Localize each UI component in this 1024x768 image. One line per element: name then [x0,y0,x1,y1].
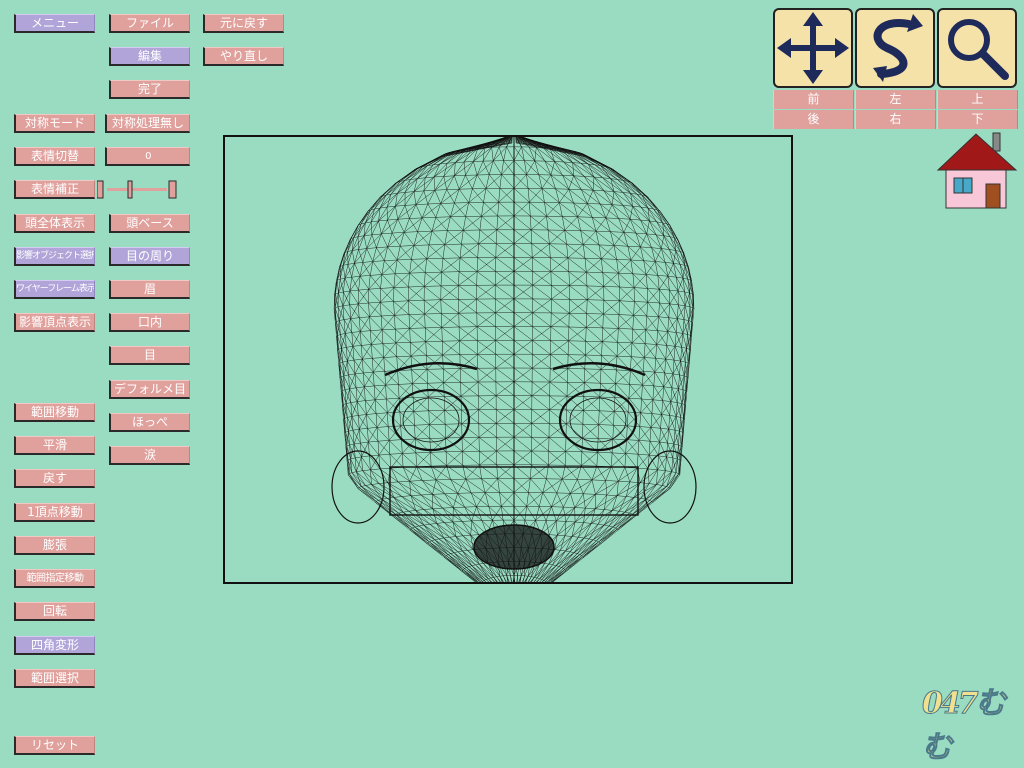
move-view-button[interactable] [773,8,853,88]
symmetry-value-button[interactable]: 対称処理無し [105,114,190,133]
cheeks-button[interactable]: ほっぺ [109,413,190,432]
rotate-icon [873,14,923,82]
head-base-button[interactable]: 頭ベース [109,214,190,233]
file-button[interactable]: ファイル [109,14,190,33]
quad-transform-button[interactable]: 四角変形 [14,636,95,655]
view-front-button[interactable]: 前 [773,90,854,109]
view-right-button[interactable]: 右 [855,110,936,129]
influence-object-select-button[interactable]: 影響オブジェクト選択 [14,247,95,266]
menu-button[interactable]: メニュー [14,14,95,33]
done-button[interactable]: 完了 [109,80,190,99]
model-viewport[interactable] [223,135,793,584]
view-top-button[interactable]: 上 [937,90,1018,109]
expression-switch-button[interactable]: 表情切替 [14,147,95,166]
undo-button[interactable]: 元に戻す [203,14,284,33]
around-eyes-button[interactable]: 目の周り [109,247,190,266]
move-icon [777,12,849,84]
view-back-button[interactable]: 後 [773,110,854,129]
tears-button[interactable]: 涙 [109,446,190,465]
eyes-button[interactable]: 目 [109,346,190,365]
restore-button[interactable]: 戻す [14,469,95,488]
logo-text: 047むむ [922,686,1007,766]
single-vertex-move-button[interactable]: 1頂点移動 [14,503,95,522]
expression-correct-button[interactable]: 表情補正 [14,180,95,199]
wireframe-head [331,137,697,582]
zoom-view-button[interactable] [937,8,1017,88]
symmetry-mode-button[interactable]: 対称モード [14,114,95,133]
wireframe-display-button[interactable]: ワイヤーフレーム表示 [14,280,95,299]
smooth-button[interactable]: 平滑 [14,436,95,455]
show-whole-head-button[interactable]: 頭全体表示 [14,214,95,233]
eyebrows-button[interactable]: 眉 [109,280,190,299]
influence-vertex-display-button[interactable]: 影響頂点表示 [14,313,95,332]
view-bottom-button[interactable]: 下 [937,110,1018,129]
expression-value-field[interactable]: 0 [105,147,190,166]
mouth-inside-button[interactable]: 口内 [109,313,190,332]
home-button[interactable] [936,130,1018,210]
range-specified-move-button[interactable]: 範囲指定移動 [14,569,95,588]
reset-button[interactable]: リセット [14,736,95,755]
edit-button[interactable]: 編集 [109,47,190,66]
rotate-button[interactable]: 回転 [14,602,95,621]
zoom-icon [948,19,1009,80]
range-select-button[interactable]: 範囲選択 [14,669,95,688]
slider-track [96,180,177,199]
deformed-eyes-button[interactable]: デフォルメ目 [109,380,190,399]
view-left-button[interactable]: 左 [855,90,936,109]
inflate-button[interactable]: 膨張 [14,536,95,555]
range-move-button[interactable]: 範囲移動 [14,403,95,422]
app-logo: 047むむ [922,686,1022,768]
redo-button[interactable]: やり直し [203,47,284,66]
slider-thumb[interactable] [127,180,133,199]
expression-correct-slider[interactable] [96,180,177,199]
home-icon [936,132,1018,209]
rotate-view-button[interactable] [855,8,935,88]
